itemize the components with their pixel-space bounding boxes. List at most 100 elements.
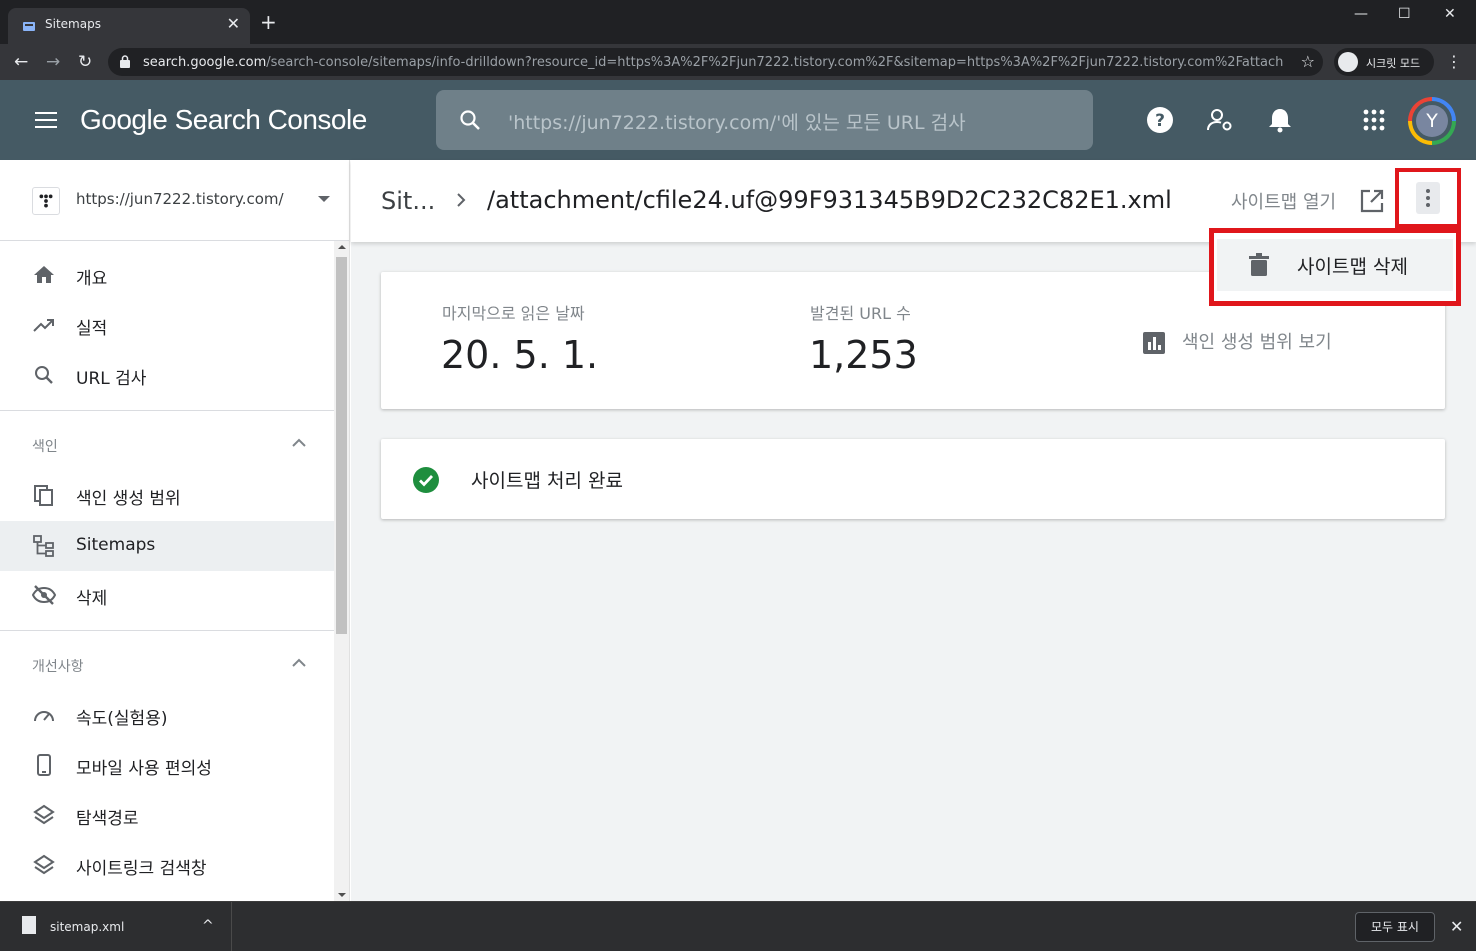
reload-button[interactable]: ↻ [78, 52, 92, 72]
sidebar-item-overview[interactable]: 개요 [0, 250, 334, 300]
scroll-up-icon[interactable] [338, 245, 346, 249]
back-button[interactable]: ← [14, 52, 28, 72]
sidebar-item-mobile-usability[interactable]: 모바일 사용 편의성 [0, 740, 334, 790]
sidebar-scrollbar[interactable] [334, 241, 349, 901]
divider [0, 630, 334, 631]
download-file-name: sitemap.xml [50, 920, 125, 934]
page-title: /attachment/cfile24.uf@99F931345B9D2C232… [487, 186, 1172, 214]
search-icon [460, 110, 480, 130]
search-placeholder: 'https://jun7222.tistory.com/'에 있는 모든 UR… [508, 112, 966, 134]
main-content: Sit... /attachment/cfile24.uf@99F931345B… [351, 160, 1476, 901]
app-title[interactable]: Google Search Console [80, 104, 367, 136]
section-label: 색인 [32, 439, 58, 455]
file-icon [22, 916, 36, 934]
chrome-menu-icon[interactable]: ⋮ [1446, 52, 1462, 71]
layers-icon [33, 854, 55, 875]
more-options-menu: 사이트맵 삭제 [1209, 228, 1461, 306]
sidebar-item-speed[interactable]: 속도(실험용) [0, 690, 334, 740]
url-host: search.google.com [143, 55, 267, 70]
section-index-header[interactable]: 색인 [0, 420, 334, 470]
found-urls-label: 발견된 URL 수 [810, 304, 911, 323]
sidebar-item-sitelinks-searchbox[interactable]: 사이트링크 검색창 [0, 840, 334, 890]
sidebar-item-label: 속도(실험용) [76, 709, 168, 729]
sidebar-item-breadcrumbs[interactable]: 탐색경로 [0, 790, 334, 840]
scrollbar-thumb[interactable] [336, 257, 347, 634]
url-text: search.google.com/search-console/sitemap… [143, 55, 1283, 70]
home-icon [34, 266, 54, 283]
help-icon[interactable]: ? [1146, 106, 1174, 134]
section-label: 개선사항 [32, 659, 84, 675]
property-url: https://jun7222.tistory.com/ [76, 190, 284, 208]
sidebar-item-performance[interactable]: 실적 [0, 300, 334, 350]
browser-tabstrip: Sitemaps ✕ + — ☐ ✕ [0, 0, 1476, 44]
download-item[interactable]: sitemap.xml ^ [0, 902, 232, 951]
maximize-button[interactable]: ☐ [1398, 6, 1411, 22]
sidebar-item-removals[interactable]: 삭제 [0, 570, 334, 620]
last-read-value: 20. 5. 1. [441, 333, 599, 377]
view-coverage-link[interactable]: 색인 생성 범위 보기 [1182, 328, 1332, 354]
found-urls-value: 1,253 [809, 333, 918, 377]
trash-icon [1249, 253, 1269, 276]
notifications-icon[interactable] [1266, 106, 1294, 134]
breadcrumb-parent[interactable]: Sit... [381, 187, 435, 215]
bar-chart-icon[interactable] [1143, 332, 1165, 354]
sidebar-item-label: 삭제 [76, 589, 108, 609]
tab-title: Sitemaps [45, 17, 101, 31]
incognito-label: 시크릿 모드 [1366, 57, 1421, 70]
chevron-right-icon [457, 193, 466, 207]
browser-toolbar: ← → ↻ search.google.com/search-console/s… [0, 44, 1476, 80]
speedometer-icon [34, 711, 54, 722]
avatar[interactable]: Y [1408, 97, 1456, 145]
status-text: 사이트맵 처리 완료 [471, 470, 623, 492]
smartphone-icon [37, 754, 51, 776]
delete-sitemap-menu-item[interactable]: 사이트맵 삭제 [1217, 239, 1453, 291]
more-options-button[interactable] [1395, 168, 1461, 228]
sidebar-item-label: 개요 [76, 269, 108, 289]
sidebar-item-url-inspection[interactable]: URL 검사 [0, 350, 334, 400]
sidebar-item-label: 사이트링크 검색창 [76, 859, 207, 879]
scroll-down-icon[interactable] [338, 893, 346, 897]
chevron-up-icon [292, 658, 306, 667]
window-close-button[interactable]: ✕ [1444, 6, 1456, 22]
close-download-bar-icon[interactable]: ✕ [1450, 917, 1463, 936]
new-tab-button[interactable]: + [260, 12, 277, 32]
menu-icon[interactable] [35, 112, 57, 128]
incognito-icon [1338, 52, 1358, 72]
sidebar-item-label: 모바일 사용 편의성 [76, 759, 212, 779]
property-favicon-icon [32, 187, 60, 215]
divider [0, 410, 334, 411]
last-read-label: 마지막으로 읽은 날짜 [442, 304, 585, 323]
open-in-new-icon[interactable] [1359, 188, 1385, 214]
download-bar: sitemap.xml ^ 모두 표시 ✕ [0, 901, 1476, 951]
sidebar-item-label: 색인 생성 범위 [76, 489, 181, 509]
sidebar-item-coverage[interactable]: 색인 생성 범위 [0, 470, 334, 520]
url-inspect-search[interactable]: 'https://jun7222.tistory.com/'에 있는 모든 UR… [436, 90, 1093, 150]
forward-button[interactable]: → [46, 52, 60, 72]
apps-grid-icon[interactable] [1360, 106, 1388, 134]
more-vert-icon [1416, 182, 1440, 214]
tab-close-icon[interactable]: ✕ [227, 14, 240, 33]
show-all-button[interactable]: 모두 표시 [1355, 912, 1435, 942]
status-card: 사이트맵 처리 완료 [381, 439, 1445, 519]
sidebar-item-label: Sitemaps [76, 535, 156, 555]
sidebar-item-label: 실적 [76, 319, 108, 339]
sidebar: https://jun7222.tistory.com/ 개요 실적 URL 검… [0, 160, 350, 901]
section-enhancements-header[interactable]: 개선사항 [0, 640, 334, 690]
address-bar[interactable]: search.google.com/search-console/sitemap… [108, 48, 1323, 76]
minimize-button[interactable]: — [1354, 6, 1368, 22]
incognito-indicator[interactable]: 시크릿 모드 [1334, 48, 1434, 76]
sidebar-item-sitemaps[interactable]: Sitemaps [0, 521, 334, 571]
chevron-up-icon [292, 438, 306, 447]
url-path: /search-console/sitemaps/info-drilldown?… [266, 55, 1283, 70]
bookmark-star-icon[interactable]: ☆ [1301, 52, 1315, 71]
check-circle-icon [413, 467, 439, 493]
manage-users-icon[interactable] [1206, 106, 1234, 134]
browser-tab[interactable]: Sitemaps ✕ [8, 8, 250, 44]
property-selector[interactable]: https://jun7222.tistory.com/ [0, 160, 349, 241]
chevron-up-icon[interactable]: ^ [202, 918, 214, 934]
open-sitemap-link[interactable]: 사이트맵 열기 [1231, 188, 1336, 214]
search-icon [35, 366, 53, 384]
copy-pages-icon [34, 485, 53, 506]
trending-up-icon [33, 319, 54, 332]
sitemaps-favicon-icon [23, 22, 35, 31]
